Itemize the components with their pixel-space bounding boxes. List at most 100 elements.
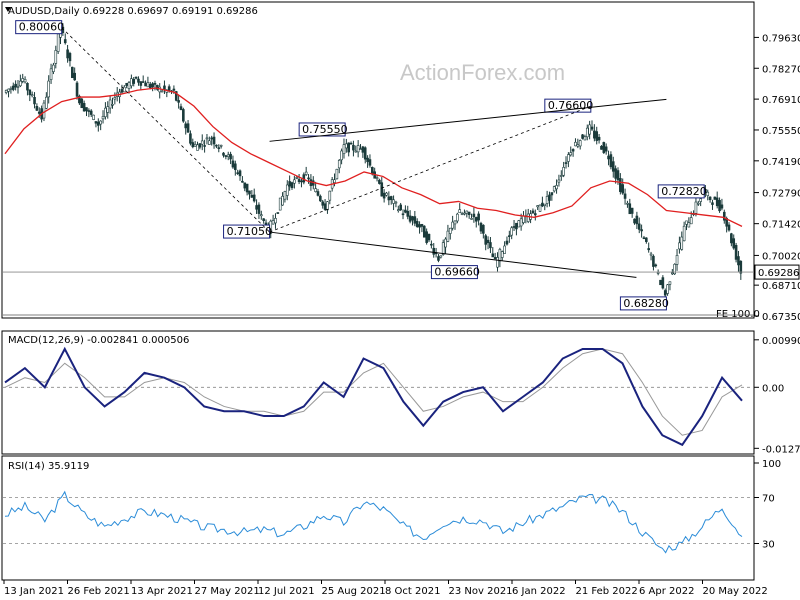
candle-body xyxy=(4,89,8,93)
candle-body xyxy=(271,220,275,225)
candle-body xyxy=(427,233,431,241)
candle-body xyxy=(640,229,643,232)
annotation-label: 0.71050 xyxy=(227,225,272,238)
candle-body xyxy=(205,137,209,140)
candle-body xyxy=(19,80,22,87)
macd-title: MACD(12,26,9) -0.002841 0.000506 xyxy=(8,335,189,346)
candle-body xyxy=(453,220,457,225)
candle-body xyxy=(559,175,563,177)
candle-body xyxy=(479,223,483,232)
candle-body xyxy=(675,255,679,265)
candle-body xyxy=(52,64,55,72)
candle-body xyxy=(63,39,67,44)
candle-body xyxy=(42,102,46,119)
candle-body xyxy=(493,257,497,260)
candle-body xyxy=(626,202,629,205)
candle-body xyxy=(600,145,603,150)
price-tick-label: 0.75550 xyxy=(762,126,800,137)
candle-body xyxy=(378,179,381,184)
rsi-tick-label: 70 xyxy=(762,494,775,505)
chart-canvas: ActionForex.com AUDUSD,Daily 0.69228 0.6… xyxy=(1,1,800,597)
candle-body xyxy=(541,202,544,207)
candle-body xyxy=(614,168,617,179)
candle-body xyxy=(696,202,700,205)
price-tick-label: 0.70020 xyxy=(762,251,800,262)
candle-body xyxy=(99,120,102,125)
date-tick-label: 13 Apr 2021 xyxy=(131,586,193,597)
candle-body xyxy=(248,190,251,195)
candle-body xyxy=(14,83,17,88)
candle-body xyxy=(160,90,164,93)
candle-body xyxy=(411,216,414,221)
candle-body xyxy=(255,205,258,210)
annotation-label: 0.69660 xyxy=(434,266,480,279)
candle-body xyxy=(720,204,724,209)
candle-body xyxy=(607,155,610,160)
candle-body xyxy=(285,184,289,196)
candle-body xyxy=(593,130,596,139)
candle-body xyxy=(33,96,36,105)
candle-body xyxy=(420,223,424,227)
candle-body xyxy=(689,217,693,225)
candle-body xyxy=(581,134,584,139)
candle-body xyxy=(293,179,296,184)
candle-body xyxy=(734,245,738,260)
candle-body xyxy=(179,106,183,110)
candle-body xyxy=(621,184,625,194)
candle-body xyxy=(208,140,211,145)
candle-body xyxy=(314,188,317,192)
candle-body xyxy=(404,209,407,213)
candle-body xyxy=(482,224,485,234)
candle-body xyxy=(663,290,667,296)
candle-body xyxy=(685,220,688,225)
candle-body xyxy=(708,196,712,200)
candle-body xyxy=(718,200,721,212)
candle-body xyxy=(633,218,636,224)
candle-body xyxy=(526,213,530,222)
candle-body xyxy=(517,220,521,228)
current-price-label: 0.69286 xyxy=(758,268,799,279)
candle-body xyxy=(28,89,32,96)
candle-body xyxy=(68,53,72,62)
annotation-label: 0.68280 xyxy=(623,297,669,310)
candle-body xyxy=(422,225,426,238)
candle-body xyxy=(356,145,360,153)
candle-body xyxy=(97,121,100,126)
candle-body xyxy=(130,78,133,87)
price-annotation: 0.68280 xyxy=(619,296,669,311)
candle-body xyxy=(519,218,523,227)
candle-body xyxy=(430,243,433,246)
candle-body xyxy=(380,182,384,197)
candle-body xyxy=(134,76,138,79)
candle-body xyxy=(295,177,299,179)
candle-body xyxy=(706,191,710,196)
candle-body xyxy=(694,201,698,214)
candle-body xyxy=(196,144,199,151)
candle-body xyxy=(399,204,402,211)
price-annotation: 0.72820 xyxy=(657,184,707,199)
candle-body xyxy=(342,144,346,154)
candle-body xyxy=(394,201,398,204)
candle-body xyxy=(458,209,462,213)
price-panel xyxy=(1,1,755,319)
candle-body xyxy=(23,79,27,83)
candle-body xyxy=(335,168,339,180)
candle-body xyxy=(444,238,447,248)
candle-body xyxy=(137,78,140,83)
candle-body xyxy=(319,195,322,202)
candle-body xyxy=(413,216,417,224)
candle-body xyxy=(337,160,341,169)
rsi-tick-label: 100 xyxy=(762,459,781,470)
candle-body xyxy=(297,179,301,183)
candle-body xyxy=(101,116,105,120)
candle-body xyxy=(222,152,225,156)
candle-body xyxy=(349,142,353,145)
candle-body xyxy=(198,143,202,148)
candle-body xyxy=(75,82,79,97)
candle-body xyxy=(451,221,454,229)
candle-body xyxy=(276,212,280,214)
candle-body xyxy=(652,255,655,267)
candle-body xyxy=(574,141,577,147)
candle-body xyxy=(82,103,86,112)
candle-body xyxy=(543,203,547,206)
